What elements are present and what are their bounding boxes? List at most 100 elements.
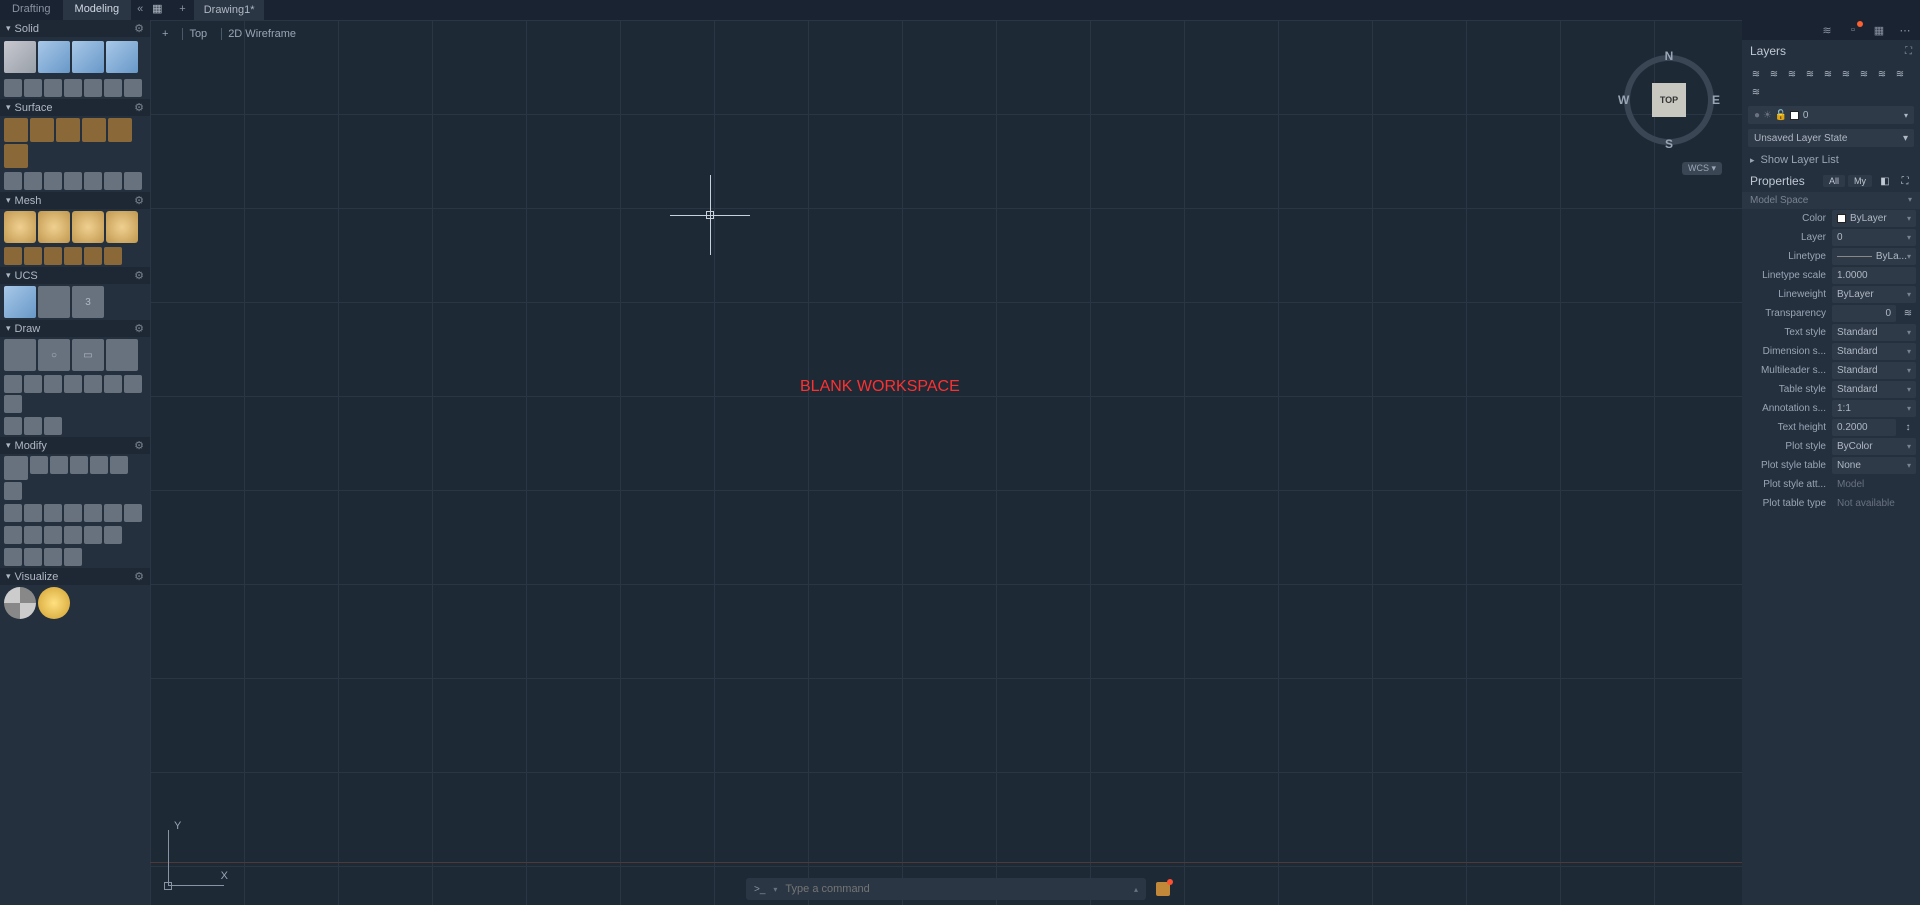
tool-setbylayer[interactable]: [64, 548, 82, 566]
panel-tab-properties-icon[interactable]: ▦: [1870, 22, 1888, 38]
tool-mesh-smooth-less[interactable]: [106, 211, 138, 243]
gear-icon[interactable]: ⚙: [134, 269, 144, 282]
props-expand-icon[interactable]: ⛶: [1898, 174, 1912, 188]
tool-slice[interactable]: [64, 79, 82, 97]
tool-3dpoly[interactable]: [4, 395, 22, 413]
viewcube-east[interactable]: E: [1712, 93, 1720, 107]
section-solid[interactable]: ▾Solid⚙: [0, 20, 150, 37]
tool-lengthen[interactable]: [84, 526, 102, 544]
layer-freeze-icon[interactable]: ≋: [1766, 66, 1782, 82]
tool-match[interactable]: [44, 548, 62, 566]
tool-surf-untrim[interactable]: [24, 172, 42, 190]
tool-trim[interactable]: [24, 504, 42, 522]
tool-draworder[interactable]: [24, 548, 42, 566]
tool-explode[interactable]: [24, 526, 42, 544]
gear-icon[interactable]: ⚙: [134, 322, 144, 335]
tool-reverse[interactable]: [4, 548, 22, 566]
props-pick-icon[interactable]: ◧: [1878, 174, 1892, 188]
gear-icon[interactable]: ⚙: [134, 101, 144, 114]
tool-mesh-smooth[interactable]: [38, 211, 70, 243]
wcs-badge[interactable]: WCS ▾: [1682, 162, 1722, 175]
tool-ray[interactable]: [24, 417, 42, 435]
layer-unisolate-icon[interactable]: ≋: [1820, 66, 1836, 82]
tool-xline[interactable]: [4, 417, 22, 435]
layer-lock-icon[interactable]: ≋: [1784, 66, 1800, 82]
viewport-view[interactable]: Top: [182, 28, 213, 40]
tool-region[interactable]: [106, 339, 138, 371]
tool-solid-history[interactable]: [106, 41, 138, 73]
section-modify[interactable]: ▾Modify⚙: [0, 437, 150, 454]
section-mesh[interactable]: ▾Mesh⚙: [0, 192, 150, 209]
layer-isolate-icon[interactable]: ≋: [1802, 66, 1818, 82]
tool-array[interactable]: [104, 504, 122, 522]
document-tab[interactable]: Drawing1*: [194, 0, 265, 20]
tool-surf-cv[interactable]: [104, 172, 122, 190]
section-draw[interactable]: ▾Draw⚙: [0, 320, 150, 337]
tool-ucs-x[interactable]: [38, 286, 70, 318]
tool-point[interactable]: [84, 375, 102, 393]
layer-states-icon[interactable]: ≋: [1748, 84, 1764, 100]
props-tab-all[interactable]: All: [1823, 175, 1845, 187]
tool-offset[interactable]: [4, 144, 28, 168]
gear-icon[interactable]: ⚙: [134, 22, 144, 35]
tool-surf-fillet[interactable]: [84, 172, 102, 190]
tool-mirror[interactable]: [70, 456, 88, 474]
panel-tab-layers-icon[interactable]: ≋: [1818, 22, 1836, 38]
prop-dimstyle-value[interactable]: Standard▾: [1832, 343, 1916, 360]
tool-mesh-sphere[interactable]: [72, 211, 104, 243]
transparency-toggle-icon[interactable]: ≋: [1900, 306, 1916, 322]
section-ucs[interactable]: ▾UCS⚙: [0, 267, 150, 284]
prop-ltscale-value[interactable]: 1.0000: [1832, 267, 1916, 284]
tool-helix[interactable]: [104, 375, 122, 393]
tool-erase[interactable]: [4, 526, 22, 544]
panel-tab-blocks-icon[interactable]: ▫: [1844, 22, 1862, 38]
viewcube[interactable]: N S E W TOP: [1614, 45, 1724, 155]
tool-interfere[interactable]: [124, 79, 142, 97]
prop-color-value[interactable]: ByLayer▾: [1832, 210, 1916, 227]
layer-match-icon[interactable]: ≋: [1856, 66, 1872, 82]
tool-align[interactable]: [124, 504, 142, 522]
tool-surf-nurbs[interactable]: [124, 172, 142, 190]
tool-stretch[interactable]: [4, 482, 22, 500]
tool-thicken[interactable]: [84, 79, 102, 97]
tool-presspull[interactable]: [72, 41, 104, 73]
tool-mesh-refine[interactable]: [4, 247, 22, 265]
tool-subtract[interactable]: [24, 79, 42, 97]
tool-surf-extend[interactable]: [44, 172, 62, 190]
panel-tab-more-icon[interactable]: ⋯: [1896, 22, 1914, 38]
tool-pedit[interactable]: [104, 526, 122, 544]
gear-icon[interactable]: ⚙: [134, 570, 144, 583]
tool-rotate[interactable]: [4, 504, 22, 522]
layer-properties-icon[interactable]: ≋: [1892, 66, 1908, 82]
layer-state-dropdown[interactable]: Unsaved Layer State ▾: [1748, 129, 1914, 147]
tool-polyline[interactable]: [4, 339, 36, 371]
command-input[interactable]: [785, 883, 1126, 895]
tool-mesh-merge[interactable]: [104, 247, 122, 265]
tool-network[interactable]: [4, 118, 28, 142]
tool-rectangle[interactable]: ▭: [72, 339, 104, 371]
props-tab-my[interactable]: My: [1848, 175, 1872, 187]
tool-blend[interactable]: [82, 118, 106, 142]
tool-loft[interactable]: [30, 118, 54, 142]
tool-planar[interactable]: [56, 118, 80, 142]
prop-pstable-value[interactable]: None▾: [1832, 457, 1916, 474]
prop-plotstyle-value[interactable]: ByColor▾: [1832, 438, 1916, 455]
tool-mesh-uncrease[interactable]: [44, 247, 62, 265]
mode-tab-drafting[interactable]: Drafting: [0, 0, 63, 20]
prop-textstyle-value[interactable]: Standard▾: [1832, 324, 1916, 341]
command-settings-icon[interactable]: [1156, 882, 1174, 900]
tool-scale[interactable]: [110, 456, 128, 474]
textheight-pick-icon[interactable]: ↕: [1900, 420, 1916, 436]
layer-previous-icon[interactable]: ≋: [1874, 66, 1890, 82]
layer-off-icon[interactable]: ≋: [1748, 66, 1764, 82]
tool-extrude[interactable]: [38, 41, 70, 73]
tool-patch[interactable]: [108, 118, 132, 142]
mode-tabs-overflow[interactable]: «: [131, 0, 149, 20]
tool-break[interactable]: [44, 526, 62, 544]
tool-mesh-split[interactable]: [64, 247, 82, 265]
tool-imprint[interactable]: [104, 79, 122, 97]
viewcube-north[interactable]: N: [1665, 49, 1674, 63]
expand-icon[interactable]: ⛶: [1905, 46, 1912, 57]
tool-line[interactable]: [24, 375, 42, 393]
tool-surf-trim[interactable]: [4, 172, 22, 190]
